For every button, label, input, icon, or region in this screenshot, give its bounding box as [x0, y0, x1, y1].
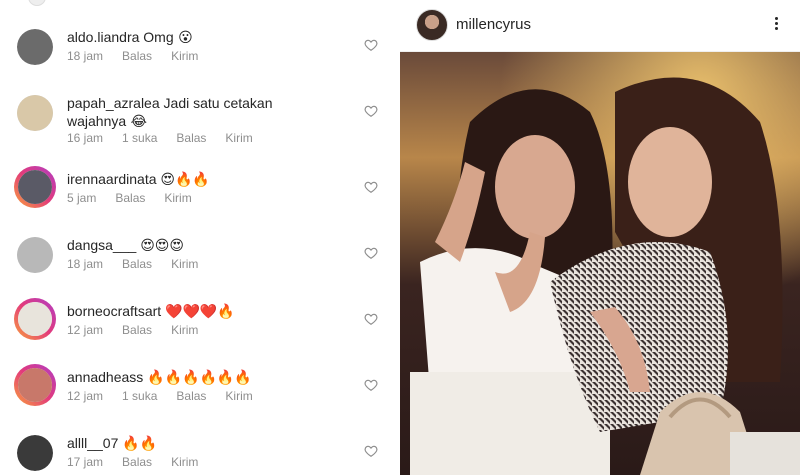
- more-vertical-icon[interactable]: [771, 15, 781, 35]
- comment-username[interactable]: aldo.liandra: [67, 29, 139, 45]
- post-photo-image: [400, 52, 800, 475]
- comment-text: irennaardinata 😍🔥🔥: [67, 170, 367, 189]
- send-button[interactable]: Kirim: [171, 49, 198, 63]
- comment-meta: 12 jam Balas Kirim: [67, 323, 217, 337]
- avatar[interactable]: [17, 29, 53, 65]
- comment-emoji: 😍🔥🔥: [160, 172, 210, 188]
- avatar-image: [17, 435, 53, 471]
- avatar-image: [17, 95, 53, 131]
- like-heart-icon[interactable]: [364, 246, 378, 260]
- comment-emoji: 🔥🔥🔥🔥🔥🔥: [147, 370, 252, 386]
- post-photo[interactable]: [400, 52, 800, 475]
- comment-username[interactable]: allll__07: [67, 435, 118, 451]
- comment-meta: 5 jam Balas Kirim: [67, 191, 211, 205]
- story-avatar[interactable]: [14, 298, 56, 340]
- comment-username[interactable]: dangsa___: [67, 237, 136, 253]
- send-button[interactable]: Kirim: [225, 389, 252, 403]
- comment-text: papah_azralea Jadi satu cetakan wajahnya…: [67, 94, 307, 131]
- like-heart-icon[interactable]: [364, 378, 378, 392]
- comment-username[interactable]: papah_azralea: [67, 95, 160, 111]
- comment-time: 18 jam: [67, 49, 104, 63]
- comment-time: 12 jam: [67, 323, 104, 337]
- avatar-image: [18, 368, 52, 402]
- comment-time: 5 jam: [67, 191, 97, 205]
- comment-text: annadheass 🔥🔥🔥🔥🔥🔥: [67, 368, 367, 387]
- reply-button[interactable]: Balas: [115, 191, 145, 205]
- avatar-image: [17, 237, 53, 273]
- reply-button[interactable]: Balas: [176, 389, 206, 403]
- comment-time: 12 jam: [67, 389, 104, 403]
- comment-text: borneocraftsart ❤️❤️❤️🔥: [67, 302, 367, 321]
- avatar-image: [17, 29, 53, 65]
- send-button[interactable]: Kirim: [171, 323, 198, 337]
- comment-emoji: 🔥🔥: [122, 436, 158, 452]
- comment-time: 18 jam: [67, 257, 104, 271]
- comment-username[interactable]: annadheass: [67, 369, 143, 385]
- post-header: millencyrus: [400, 0, 800, 52]
- comment-meta: 18 jam Balas Kirim: [67, 257, 217, 271]
- story-avatar[interactable]: [14, 166, 56, 208]
- reply-button[interactable]: Balas: [122, 455, 152, 469]
- comments-panel[interactable]: aldo.liandra Omg 😮 18 jam Balas Kirim papah_…: [0, 0, 400, 475]
- comment-emoji: 😍😍😍: [140, 238, 184, 254]
- send-button[interactable]: Kirim: [171, 455, 198, 469]
- story-avatar[interactable]: [14, 364, 56, 406]
- comment-meta: 18 jam Balas Kirim: [67, 49, 217, 63]
- comment-username[interactable]: irennaardinata: [67, 171, 157, 187]
- reply-button[interactable]: Balas: [122, 257, 152, 271]
- comment-likes[interactable]: 1 suka: [122, 131, 157, 145]
- comment-emoji: ❤️❤️❤️🔥: [165, 304, 235, 320]
- avatar-image: [18, 302, 52, 336]
- partial-avatar: [28, 0, 46, 6]
- send-button[interactable]: Kirim: [225, 131, 252, 145]
- post-author-avatar[interactable]: [416, 9, 448, 41]
- avatar[interactable]: [17, 95, 53, 131]
- comment-meta: 12 jam 1 suka Balas Kirim: [67, 389, 272, 403]
- comment-emoji: 😂: [126, 114, 147, 130]
- like-heart-icon[interactable]: [364, 180, 378, 194]
- comment-emoji: 😮: [173, 30, 193, 46]
- avatar[interactable]: [17, 435, 53, 471]
- avatar[interactable]: [17, 237, 53, 273]
- comment-body: Omg: [143, 29, 174, 45]
- reply-button[interactable]: Balas: [176, 131, 206, 145]
- comment-time: 17 jam: [67, 455, 104, 469]
- comment-text: dangsa___ 😍😍😍: [67, 236, 367, 255]
- comment-meta: 17 jam Balas Kirim: [67, 455, 217, 469]
- avatar-image: [18, 170, 52, 204]
- like-heart-icon[interactable]: [364, 104, 378, 118]
- reply-button[interactable]: Balas: [122, 323, 152, 337]
- comment-text: aldo.liandra Omg 😮: [67, 28, 367, 47]
- send-button[interactable]: Kirim: [171, 257, 198, 271]
- comment-text: allll__07 🔥🔥: [67, 434, 367, 453]
- comment-username[interactable]: borneocraftsart: [67, 303, 161, 319]
- comment-meta: 16 jam 1 suka Balas Kirim: [67, 131, 272, 145]
- send-button[interactable]: Kirim: [164, 191, 191, 205]
- like-heart-icon[interactable]: [364, 312, 378, 326]
- comment-likes[interactable]: 1 suka: [122, 389, 157, 403]
- post-author-username[interactable]: millencyrus: [456, 16, 531, 33]
- comment-time: 16 jam: [67, 131, 104, 145]
- post-panel: millencyrus: [400, 0, 800, 475]
- like-heart-icon[interactable]: [364, 444, 378, 458]
- like-heart-icon[interactable]: [364, 38, 378, 52]
- reply-button[interactable]: Balas: [122, 49, 152, 63]
